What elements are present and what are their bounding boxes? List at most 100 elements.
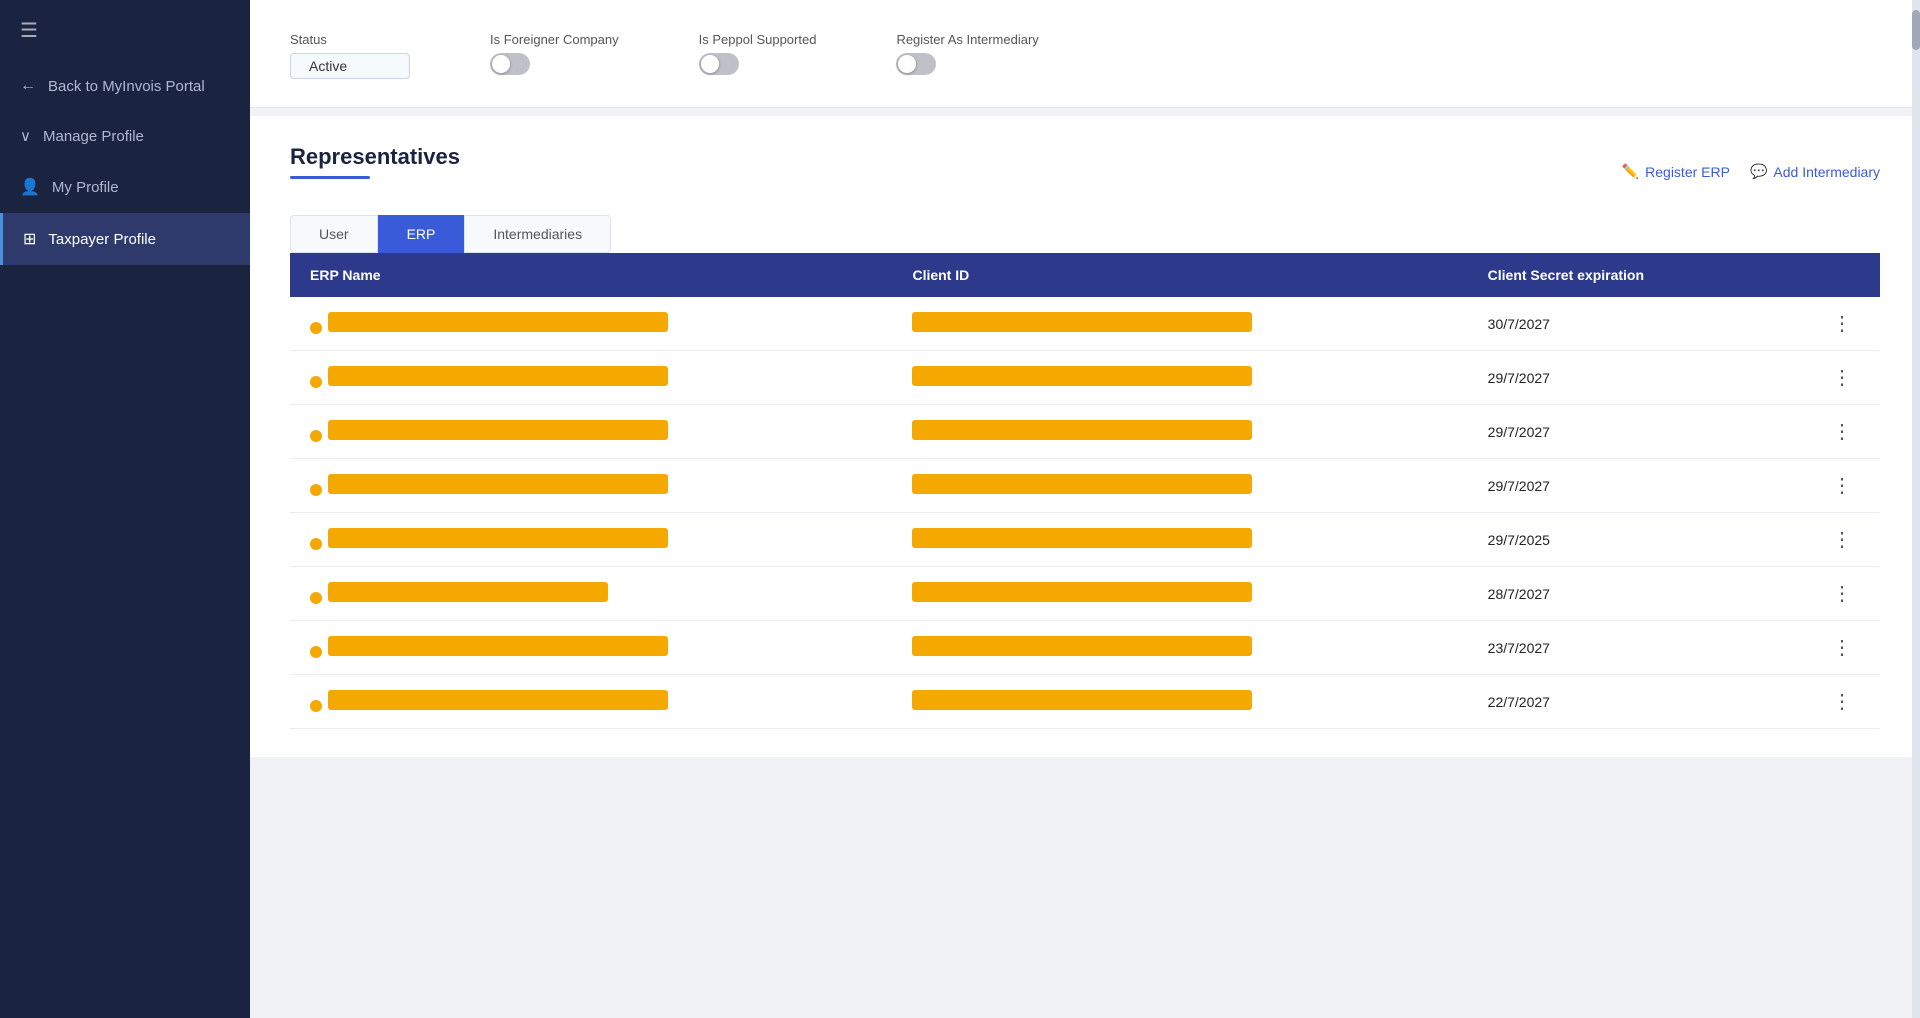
sidebar-item-back[interactable]: ← Back to MyInvois Portal [0,61,250,111]
cell-client-id [892,675,1467,729]
cell-erp-name [290,459,892,513]
row-more-button[interactable]: ⋮ [1824,309,1860,338]
is-foreigner-toggle-wrapper [490,53,619,75]
cell-expiration: 22/7/2027 [1468,675,1765,729]
action-buttons: ✏️ Register ERP 💬 Add Intermediary [1622,163,1880,180]
redacted-bar-name [328,528,668,548]
redacted-bar-name [328,420,668,440]
redacted-bar-name [328,474,668,494]
table-row: 29/7/2027 ⋮ [290,405,1880,459]
redacted-bar-name [328,690,668,710]
section-header: Representatives ✏️ Register ERP 💬 Add In… [290,144,1880,199]
row-more-button[interactable]: ⋮ [1824,471,1860,500]
is-foreigner-toggle[interactable] [490,53,530,75]
row-more-button[interactable]: ⋮ [1824,579,1860,608]
status-row: Status Active Is Foreigner Company Is Pe… [290,32,1880,79]
cell-actions: ⋮ [1765,297,1880,351]
cell-erp-name [290,621,892,675]
table-row: 23/7/2027 ⋮ [290,621,1880,675]
is-peppol-toggle-wrapper [699,53,817,75]
cell-erp-name [290,567,892,621]
register-erp-button[interactable]: ✏️ Register ERP [1622,163,1730,180]
register-erp-label: Register ERP [1645,164,1730,180]
cell-erp-name [290,675,892,729]
section-title-group: Representatives [290,144,460,199]
redacted-dot [310,484,322,496]
redacted-bar-client [912,582,1252,602]
table-row: 29/7/2027⋮ [290,351,1880,405]
back-icon: ← [20,77,36,95]
row-more-button[interactable]: ⋮ [1824,363,1860,392]
status-label: Status [290,32,410,47]
add-intermediary-label: Add Intermediary [1773,164,1880,180]
scrollbar-thumb[interactable] [1912,10,1920,50]
sidebar-taxpayer-profile-label: Taxpayer Profile [48,231,156,248]
redacted-dot [310,700,322,712]
redacted-bar-client [912,528,1252,548]
redacted-bar-client [912,636,1252,656]
redacted-dot [310,376,322,388]
row-more-button[interactable]: ⋮ [1824,633,1860,662]
row-more-button[interactable]: ⋮ [1824,687,1860,716]
redacted-dot [310,430,322,442]
redacted-bar-name [328,366,668,386]
redacted-bar-name [328,312,668,332]
hamburger-menu[interactable]: ☰ [0,0,250,61]
chevron-down-icon: ∨ [20,127,31,145]
col-expiration: Client Secret expiration [1468,253,1765,297]
tab-user[interactable]: User [290,215,378,253]
is-peppol-field: Is Peppol Supported [699,32,817,75]
register-intermediary-toggle[interactable] [896,53,936,75]
cell-erp-name [290,513,892,567]
register-intermediary-field: Register As Intermediary [896,32,1038,75]
col-actions [1765,253,1880,297]
tab-erp[interactable]: ERP [378,215,465,253]
cell-client-id [892,351,1467,405]
add-intermediary-icon: 💬 [1750,163,1767,180]
cell-actions: ⋮ [1765,675,1880,729]
sidebar: ☰ ← Back to MyInvois Portal ∨ Manage Pro… [0,0,250,1018]
table-row: 30/7/2027 ⋮ [290,297,1880,351]
row-more-button[interactable]: ⋮ [1824,417,1860,446]
cell-expiration: 28/7/2027 [1468,567,1765,621]
content-area: Status Active Is Foreigner Company Is Pe… [250,0,1920,1018]
sidebar-item-manage-profile[interactable]: ∨ Manage Profile [0,111,250,161]
redacted-bar-name [328,636,668,656]
cell-actions: ⋮ [1765,405,1880,459]
is-peppol-label: Is Peppol Supported [699,32,817,47]
representatives-tabs: User ERP Intermediaries [290,215,1880,253]
erp-table-container: ERP Name Client ID Client Secret expirat… [290,253,1880,729]
sidebar-item-taxpayer-profile[interactable]: ⊞ Taxpayer Profile [0,213,250,265]
scrollbar[interactable] [1912,0,1920,1018]
is-foreigner-label: Is Foreigner Company [490,32,619,47]
redacted-dot [310,646,322,658]
redacted-bar-name [328,582,608,602]
cell-erp-name [290,351,892,405]
cell-actions: ⋮ [1765,567,1880,621]
register-intermediary-toggle-wrapper [896,53,1038,75]
table-header: ERP Name Client ID Client Secret expirat… [290,253,1880,297]
taxpayer-icon: ⊞ [23,229,36,249]
cell-client-id [892,405,1467,459]
table-row: 29/7/2025 ⋮ [290,513,1880,567]
table-body: 30/7/2027⋮29/7/2027⋮29/7/2027⋮29/7/2027⋮… [290,297,1880,729]
main-content: Status Active Is Foreigner Company Is Pe… [250,0,1920,1018]
cell-expiration: 29/7/2025 [1468,513,1765,567]
cell-expiration: 29/7/2027 [1468,405,1765,459]
is-peppol-toggle[interactable] [699,53,739,75]
section-title: Representatives [290,144,460,170]
register-intermediary-label: Register As Intermediary [896,32,1038,47]
row-more-button[interactable]: ⋮ [1824,525,1860,554]
cell-client-id [892,567,1467,621]
status-field: Status Active [290,32,410,79]
register-erp-icon: ✏️ [1622,163,1639,180]
erp-table: ERP Name Client ID Client Secret expirat… [290,253,1880,729]
cell-expiration: 30/7/2027 [1468,297,1765,351]
user-icon: 👤 [20,177,40,197]
redacted-bar-client [912,420,1252,440]
add-intermediary-button[interactable]: 💬 Add Intermediary [1750,163,1880,180]
tab-intermediaries[interactable]: Intermediaries [464,215,611,253]
cell-expiration: 23/7/2027 [1468,621,1765,675]
cell-client-id [892,459,1467,513]
sidebar-item-my-profile[interactable]: 👤 My Profile [0,161,250,213]
